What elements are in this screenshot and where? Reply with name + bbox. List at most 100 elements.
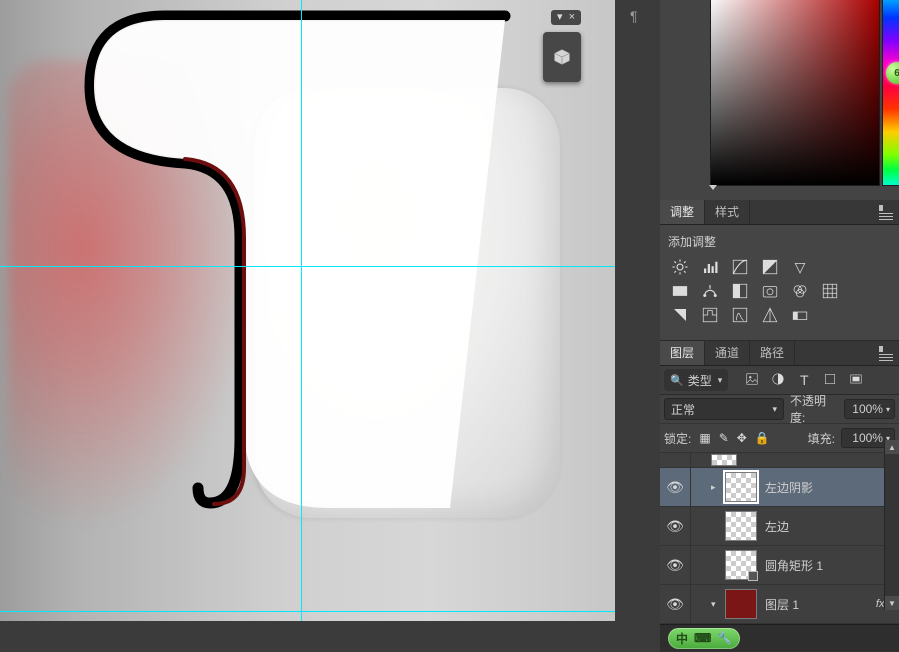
paragraph-icon[interactable]: ¶ [630, 8, 638, 24]
threshold-icon[interactable] [730, 306, 750, 324]
brightness-icon[interactable] [670, 258, 690, 276]
layer-row-partial[interactable] [660, 453, 899, 468]
fill-value: 100% [852, 431, 883, 445]
adjustments-panel: 添加调整 ▽ [660, 225, 899, 341]
status-row: 中 ⌨ 🔧 [660, 624, 899, 652]
layer-row[interactable]: 👁 ▾ 图层 1 fx ▾ [660, 585, 899, 624]
layers-filter-bar: 🔍 类型 ▾ T [660, 366, 899, 395]
tab-layers[interactable]: 图层 [660, 341, 705, 365]
scroll-up-button[interactable]: ▲ [885, 440, 899, 454]
twirl-icon[interactable]: ▸ [711, 482, 721, 493]
lock-all-icon[interactable]: 🔒 [755, 431, 770, 445]
levels-icon[interactable] [700, 258, 720, 276]
scroll-down-button[interactable]: ▼ [885, 596, 899, 610]
widget-submenu-icon[interactable]: ▾ [557, 12, 563, 23]
layer-thumbnail[interactable] [725, 472, 757, 502]
filter-text-icon[interactable]: T [796, 372, 812, 389]
selective-color-icon[interactable] [790, 306, 810, 324]
adjustments-title: 添加调整 [668, 233, 891, 250]
ime-icon: 🔧 [717, 631, 732, 645]
3d-axis-widget[interactable]: ▾ × [543, 32, 581, 82]
ime-icon: ⌨ [694, 631, 711, 645]
layer-name[interactable]: 左边阴影 [765, 479, 893, 496]
layer-row[interactable]: 👁 左边 [660, 507, 899, 546]
layer-row[interactable]: 👁 圆角矩形 1 [660, 546, 899, 585]
chevron-down-icon: ▾ [718, 375, 723, 386]
channel-mixer-icon[interactable] [790, 282, 810, 300]
opacity-label: 不透明度: [790, 392, 838, 426]
filter-smart-icon[interactable] [848, 372, 864, 389]
tab-adjust[interactable]: 调整 [660, 200, 705, 224]
tab-paths[interactable]: 路径 [750, 341, 795, 365]
layer-name[interactable]: 左边 [765, 518, 893, 535]
filter-type-label: 类型 [688, 372, 712, 389]
lock-transparent-icon[interactable]: ▦ [699, 431, 710, 445]
adjustments-tabstrip: 调整 样式 [660, 200, 899, 225]
gradient-map-icon[interactable] [760, 306, 780, 324]
visibility-toggle[interactable]: 👁 [660, 468, 691, 506]
right-sidebar: 6 调整 样式 添加调整 ▽ [660, 0, 899, 621]
filter-pixel-icon[interactable] [744, 372, 760, 389]
posterize-icon[interactable] [700, 306, 720, 324]
opacity-input[interactable]: 100% ▾ [844, 399, 895, 419]
filter-adjust-icon[interactable] [770, 372, 786, 389]
canvas-area[interactable]: ▾ × [0, 0, 615, 621]
layer-row[interactable]: 👁 ▸ 左边阴影 [660, 468, 899, 507]
fill-label: 填充: [808, 430, 835, 447]
hue-sat-icon[interactable] [670, 282, 690, 300]
exposure-icon[interactable] [760, 258, 780, 276]
guide-horizontal-2[interactable] [0, 611, 615, 612]
blend-mode-row: 正常 ▾ 不透明度: 100% ▾ [660, 395, 899, 424]
visibility-toggle[interactable] [660, 453, 691, 467]
hue-strip[interactable] [882, 0, 899, 186]
adjust-row-1: ▽ [670, 258, 891, 276]
widget-close-icon[interactable]: × [569, 12, 575, 23]
lock-row: 锁定: ▦ ✎ ✥ 🔒 填充: 100% ▾ [660, 424, 899, 453]
color-balance-icon[interactable] [700, 282, 720, 300]
layer-thumbnail[interactable] [725, 589, 757, 619]
adjust-row-3 [670, 306, 891, 324]
lock-image-icon[interactable]: ✎ [719, 431, 729, 445]
scrollbar-vertical[interactable]: ▲ ▼ [884, 440, 899, 610]
photo-filter-icon[interactable] [760, 282, 780, 300]
filter-shape-icon[interactable] [822, 372, 838, 389]
color-lookup-icon[interactable] [820, 282, 840, 300]
panel-menu-icon[interactable] [879, 205, 893, 220]
vibrance-icon[interactable]: ▽ [790, 258, 810, 276]
blend-mode-combo[interactable]: 正常 ▾ [664, 398, 784, 420]
visibility-toggle[interactable]: 👁 [660, 585, 691, 623]
guide-vertical[interactable] [301, 0, 302, 621]
visibility-toggle[interactable]: 👁 [660, 546, 691, 584]
layer-name[interactable]: 图层 1 [765, 596, 876, 613]
layer-thumbnail [711, 454, 737, 466]
artwork-top-curl [70, 8, 525, 518]
tab-styles[interactable]: 样式 [705, 200, 750, 224]
guide-horizontal-1[interactable] [0, 266, 615, 267]
cube-icon [553, 48, 571, 66]
invert-icon[interactable] [670, 306, 690, 324]
search-icon: 🔍 [670, 374, 684, 387]
blend-mode-label: 正常 [671, 401, 695, 418]
layer-list: 👁 ▸ 左边阴影 👁 左边 👁 圆角矩形 1 � [660, 453, 899, 652]
layer-thumbnail[interactable] [725, 511, 757, 541]
visibility-toggle[interactable]: 👁 [660, 507, 691, 545]
tab-channels[interactable]: 通道 [705, 341, 750, 365]
layer-thumbnail[interactable] [725, 550, 757, 580]
color-field[interactable] [710, 0, 880, 186]
chevron-down-icon: ▾ [886, 405, 890, 414]
layers-panel: 🔍 类型 ▾ T 正常 ▾ 不透明度: 100% ▾ [660, 366, 899, 652]
bw-icon[interactable] [730, 282, 750, 300]
ime-status-text: 中 [676, 630, 688, 647]
color-panel: 6 [660, 0, 899, 200]
layers-tabstrip: 图层 通道 路径 [660, 341, 899, 366]
lock-position-icon[interactable]: ✥ [737, 431, 747, 445]
opacity-value: 100% [852, 402, 883, 416]
lock-label: 锁定: [664, 430, 691, 447]
filter-type-combo[interactable]: 🔍 类型 ▾ [664, 369, 728, 391]
layer-name[interactable]: 圆角矩形 1 [765, 557, 893, 574]
twirl-icon[interactable]: ▾ [711, 599, 721, 610]
curves-icon[interactable] [730, 258, 750, 276]
panel-menu-icon[interactable] [879, 346, 893, 361]
chevron-down-icon: ▾ [772, 404, 777, 415]
ime-status[interactable]: 中 ⌨ 🔧 [668, 628, 740, 649]
